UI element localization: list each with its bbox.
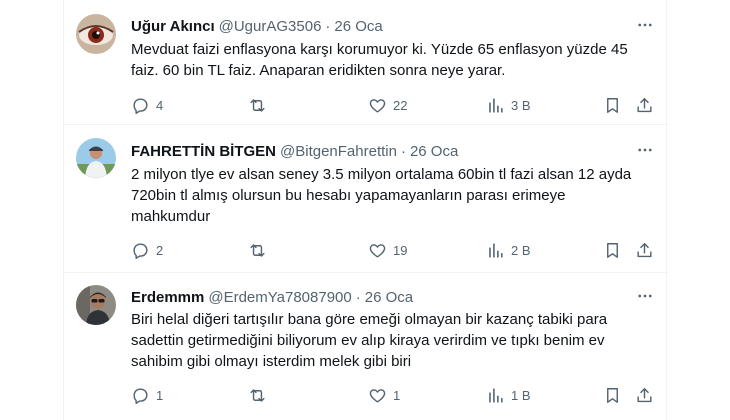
more-dots-icon[interactable]: [634, 285, 656, 307]
tweet-header: Uğur Akıncı @UgurAG3506 · 26 Oca: [131, 16, 656, 36]
tweet-actions: 2 19 2 B: [131, 239, 655, 261]
bar-chart-icon: [489, 97, 503, 113]
tweet-actions: 1 1 1 B: [131, 384, 655, 406]
share-button[interactable]: [635, 384, 654, 406]
speech-bubble-icon: [133, 387, 148, 404]
like-button[interactable]: 22: [368, 94, 407, 116]
tweet[interactable]: Uğur Akıncı @UgurAG3506 · 26 Oca Mevduat…: [64, 0, 668, 125]
display-name[interactable]: Erdemmm: [131, 289, 204, 306]
bookmark-icon: [607, 97, 618, 113]
views-count: 1 B: [511, 387, 531, 403]
reply-count: 2: [156, 242, 164, 258]
more-dots-icon[interactable]: [634, 139, 656, 161]
bookmark-button[interactable]: [603, 384, 622, 406]
share-button[interactable]: [635, 239, 654, 261]
bookmark-button[interactable]: [603, 239, 622, 261]
views-button[interactable]: 3 B: [486, 94, 531, 116]
bookmark-icon: [607, 242, 618, 258]
retweet-arrows-icon: [250, 98, 265, 112]
replies-feed: Uğur Akıncı @UgurAG3506 · 26 Oca Mevduat…: [63, 0, 668, 420]
tweet[interactable]: Erdemmm @ErdemYa78087900 · 26 Oca Biri h…: [64, 273, 668, 420]
avatar[interactable]: [76, 14, 116, 54]
like-count: 22: [393, 97, 408, 113]
separator-dot: ·: [325, 17, 331, 35]
bookmark-button[interactable]: [603, 94, 622, 116]
share-button[interactable]: [635, 94, 654, 116]
retweet-button[interactable]: [248, 94, 273, 116]
tweet-text: Mevduat faizi enflasyona karşı korumuyor…: [131, 41, 628, 79]
retweet-button[interactable]: [248, 384, 273, 406]
tweet[interactable]: FAHRETTİN BİTGEN @BitgenFahrettin · 26 O…: [64, 125, 668, 273]
like-count: 1: [393, 387, 401, 403]
retweet-arrows-icon: [250, 388, 265, 402]
retweet-button[interactable]: [248, 239, 273, 261]
bar-chart-icon: [489, 387, 503, 403]
bookmark-icon: [607, 387, 618, 403]
share-upload-icon: [637, 387, 652, 402]
views-button[interactable]: 2 B: [486, 239, 531, 261]
reply-button[interactable]: 1: [131, 384, 163, 406]
retweet-arrows-icon: [250, 243, 265, 257]
share-upload-icon: [637, 97, 652, 112]
speech-bubble-icon: [133, 97, 148, 114]
user-handle[interactable]: @BitgenFahrettin: [280, 143, 397, 160]
like-button[interactable]: 19: [368, 239, 407, 261]
reply-count: 1: [156, 387, 164, 403]
avatar-man-image: [76, 138, 116, 178]
views-count: 3 B: [511, 97, 531, 113]
more-dots-icon[interactable]: [634, 14, 656, 36]
tweet-header: Erdemmm @ErdemYa78087900 · 26 Oca: [131, 287, 656, 307]
bar-chart-icon: [489, 242, 503, 258]
avatar[interactable]: [76, 138, 116, 178]
share-upload-icon: [637, 242, 652, 257]
user-handle[interactable]: @UgurAG3506: [219, 18, 322, 35]
tweet-text: Biri helal diğeri tartışılır bana göre e…: [131, 311, 608, 370]
heart-icon: [369, 243, 386, 258]
avatar-man-sunglasses-image: [76, 285, 116, 325]
like-count: 19: [393, 242, 408, 258]
views-button[interactable]: 1 B: [486, 384, 531, 406]
tweet-text: 2 milyon tlye ev alsan seney 3.5 milyon …: [131, 166, 632, 225]
heart-icon: [369, 98, 386, 113]
timestamp[interactable]: 26 Oca: [410, 143, 458, 160]
separator-dot: ·: [400, 142, 406, 160]
avatar-eye-image: [76, 14, 116, 54]
reply-button[interactable]: 2: [131, 239, 163, 261]
display-name[interactable]: FAHRETTİN BİTGEN: [131, 143, 276, 160]
display-name[interactable]: Uğur Akıncı: [131, 18, 215, 35]
avatar[interactable]: [76, 285, 116, 325]
tweet-actions: 4 22 3 B: [131, 94, 655, 116]
user-handle[interactable]: @ErdemYa78087900: [208, 289, 351, 306]
reply-count: 4: [156, 97, 164, 113]
heart-icon: [369, 388, 386, 403]
separator-dot: ·: [355, 288, 361, 306]
views-count: 2 B: [511, 242, 531, 258]
like-button[interactable]: 1: [368, 384, 400, 406]
timestamp[interactable]: 26 Oca: [365, 289, 413, 306]
tweet-header: FAHRETTİN BİTGEN @BitgenFahrettin · 26 O…: [131, 141, 656, 161]
speech-bubble-icon: [133, 242, 148, 259]
timestamp[interactable]: 26 Oca: [334, 18, 382, 35]
reply-button[interactable]: 4: [131, 94, 163, 116]
